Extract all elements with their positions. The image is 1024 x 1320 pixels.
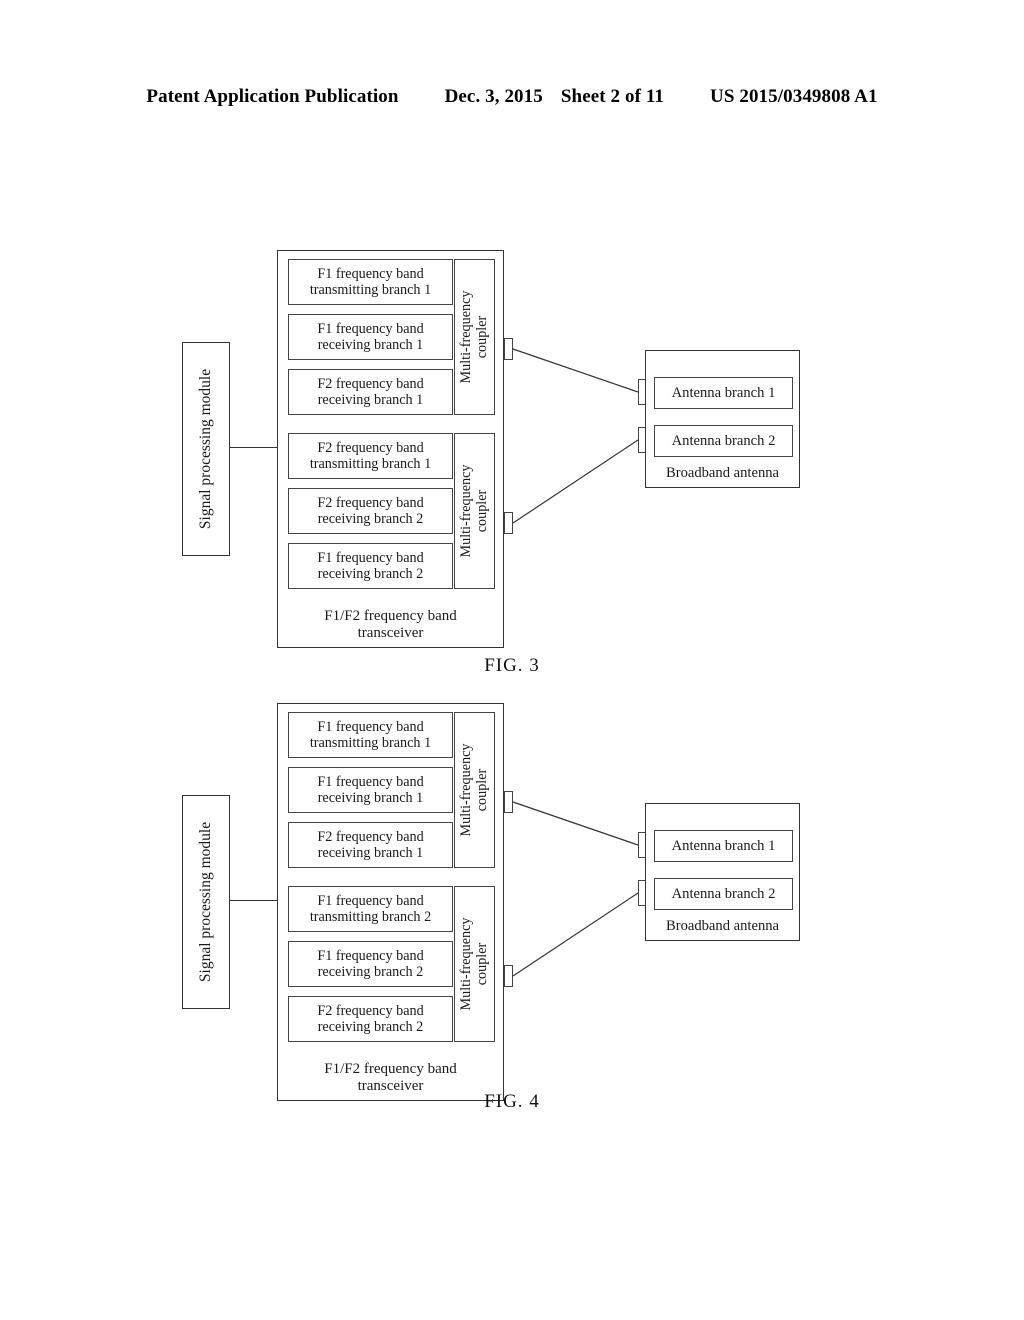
upper-coupler-group: F1 frequency band transmitting branch 1 … [288, 712, 495, 868]
transceiver-caption: F1/F2 frequency band transceiver [280, 608, 501, 643]
upper-coupler-port [504, 338, 513, 360]
multi-frequency-coupler-label: Multi-frequency coupler [457, 917, 491, 1011]
branch-line-1: F1 frequency band [317, 265, 424, 282]
link-lower-coupler-to-antenna-branch-2 [512, 439, 639, 524]
lower-coupler-port [504, 965, 513, 987]
multi-frequency-coupler: Multi-frequency coupler [454, 886, 495, 1042]
broadband-antenna: Antenna branch 1 Antenna branch 2 Broadb… [645, 803, 800, 941]
coupler-label-line-1: Multi-frequency [457, 743, 474, 837]
branch-line-1: F1 frequency band [317, 947, 424, 964]
branch-line-1: F2 frequency band [317, 375, 424, 392]
transceiver-caption-line-2: transceiver [357, 625, 424, 642]
upper-coupler-port [504, 791, 513, 813]
broadband-antenna-caption: Broadband antenna [665, 465, 780, 481]
f1-f2-transceiver: F1 frequency band transmitting branch 1 … [277, 703, 504, 1101]
branch-box: F2 frequency band receiving branch 2 [288, 488, 453, 534]
branch-line-1: F2 frequency band [317, 1002, 424, 1019]
figure-3-caption: FIG. 3 [484, 655, 540, 676]
figure-4-caption: FIG. 4 [484, 1091, 540, 1112]
antenna-branch-2: Antenna branch 2 [654, 878, 793, 910]
coupler-label-line-2: coupler [473, 942, 490, 986]
upper-branch-list: F1 frequency band transmitting branch 1 … [288, 259, 453, 415]
figure-3: Signal processing module F1 frequency ba… [0, 230, 1024, 680]
header-date: Dec. 3, 2015 [444, 86, 543, 107]
branch-line-2: receiving branch 1 [317, 337, 424, 353]
lower-coupler-group: F2 frequency band transmitting branch 1 … [288, 433, 495, 589]
signal-processing-module: Signal processing module [182, 795, 230, 1009]
upper-branch-list: F1 frequency band transmitting branch 1 … [288, 712, 453, 868]
antenna-branch-2: Antenna branch 2 [654, 425, 793, 457]
signal-processing-module-connector [230, 900, 278, 901]
branch-line-1: F1 frequency band [317, 320, 424, 337]
multi-frequency-coupler-label: Multi-frequency coupler [457, 743, 491, 837]
branch-line-2: transmitting branch 2 [309, 909, 432, 925]
coupler-label-line-2: coupler [473, 489, 490, 533]
figure-4: Signal processing module F1 frequency ba… [0, 683, 1024, 1143]
multi-frequency-coupler: Multi-frequency coupler [454, 433, 495, 589]
branch-box: F1 frequency band receiving branch 1 [288, 314, 453, 360]
transceiver-caption-line-1: F1/F2 frequency band [324, 1060, 457, 1077]
link-upper-coupler-to-antenna-branch-1 [512, 801, 639, 846]
branch-line-1: F2 frequency band [317, 439, 424, 456]
branch-line-2: transmitting branch 1 [309, 282, 432, 298]
coupler-label-line-2: coupler [473, 768, 490, 812]
coupler-label-line-1: Multi-frequency [457, 464, 474, 558]
broadband-antenna-caption: Broadband antenna [665, 918, 780, 934]
lower-coupler-group: F1 frequency band transmitting branch 2 … [288, 886, 495, 1042]
upper-coupler-group: F1 frequency band transmitting branch 1 … [288, 259, 495, 415]
header-patent-number: US 2015/0349808 A1 [710, 86, 878, 107]
branch-box: F1 frequency band transmitting branch 1 [288, 259, 453, 305]
coupler-label-line-1: Multi-frequency [457, 290, 474, 384]
link-upper-coupler-to-antenna-branch-1 [512, 348, 639, 393]
branch-box: F1 frequency band transmitting branch 2 [288, 886, 453, 932]
branch-line-2: transmitting branch 1 [309, 735, 432, 751]
figure-3-connection-lines [512, 348, 639, 524]
antenna-branch-1: Antenna branch 1 [654, 830, 793, 862]
branch-line-2: receiving branch 1 [317, 790, 424, 806]
branch-line-2: receiving branch 2 [317, 964, 424, 980]
lower-coupler-port [504, 512, 513, 534]
branch-box: F1 frequency band receiving branch 2 [288, 941, 453, 987]
lower-branch-list: F1 frequency band transmitting branch 2 … [288, 886, 453, 1042]
branch-box: F1 frequency band receiving branch 1 [288, 767, 453, 813]
branch-line-1: F2 frequency band [317, 828, 424, 845]
coupler-label-line-1: Multi-frequency [457, 917, 474, 1011]
signal-processing-module-connector [230, 447, 278, 448]
multi-frequency-coupler: Multi-frequency coupler [454, 712, 495, 868]
branch-box: F2 frequency band receiving branch 1 [288, 369, 453, 415]
branch-line-2: receiving branch 2 [317, 566, 424, 582]
signal-processing-module-label: Signal processing module [197, 821, 214, 983]
multi-frequency-coupler: Multi-frequency coupler [454, 259, 495, 415]
branch-box: F2 frequency band receiving branch 1 [288, 822, 453, 868]
branch-line-1: F1 frequency band [317, 718, 424, 735]
multi-frequency-coupler-label: Multi-frequency coupler [457, 464, 491, 558]
coupler-label-line-2: coupler [473, 315, 490, 359]
branch-line-2: receiving branch 1 [317, 392, 424, 408]
branch-line-2: receiving branch 2 [317, 1019, 424, 1035]
branch-box: F1 frequency band transmitting branch 1 [288, 712, 453, 758]
transceiver-caption-line-1: F1/F2 frequency band [324, 607, 457, 624]
branch-line-2: receiving branch 1 [317, 845, 424, 861]
branch-line-1: F2 frequency band [317, 494, 424, 511]
page-header: Patent Application Publication Dec. 3, 2… [0, 86, 1024, 116]
branch-line-2: receiving branch 2 [317, 511, 424, 527]
signal-processing-module: Signal processing module [182, 342, 230, 556]
antenna-branch-1: Antenna branch 1 [654, 377, 793, 409]
branch-line-1: F1 frequency band [317, 773, 424, 790]
figure-4-connection-lines [512, 801, 639, 977]
header-sheet: Sheet 2 of 11 [560, 86, 665, 107]
branch-line-1: F1 frequency band [317, 892, 424, 909]
branch-box: F2 frequency band receiving branch 2 [288, 996, 453, 1042]
branch-line-2: transmitting branch 1 [309, 456, 432, 472]
multi-frequency-coupler-label: Multi-frequency coupler [457, 290, 491, 384]
lower-branch-list: F2 frequency band transmitting branch 1 … [288, 433, 453, 589]
link-lower-coupler-to-antenna-branch-2 [512, 892, 639, 977]
branch-box: F2 frequency band transmitting branch 1 [288, 433, 453, 479]
signal-processing-module-label: Signal processing module [197, 368, 214, 530]
f1-f2-transceiver: F1 frequency band transmitting branch 1 … [277, 250, 504, 648]
branch-line-1: F1 frequency band [317, 549, 424, 566]
branch-box: F1 frequency band receiving branch 2 [288, 543, 453, 589]
header-publication: Patent Application Publication [146, 86, 399, 107]
broadband-antenna: Antenna branch 1 Antenna branch 2 Broadb… [645, 350, 800, 488]
